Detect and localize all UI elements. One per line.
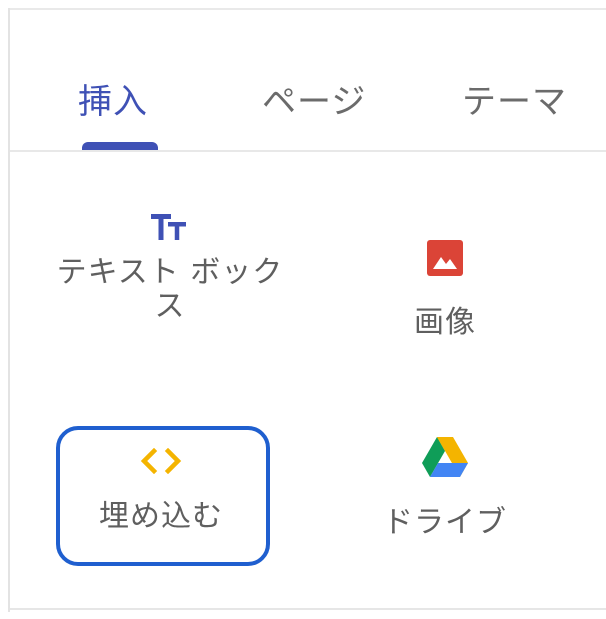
embed-tile[interactable]: 埋め込む — [56, 426, 266, 562]
drive-label: ドライブ — [383, 505, 507, 540]
image-tile[interactable]: 画像 — [375, 240, 515, 340]
embed-label: 埋め込む — [99, 499, 223, 534]
image-icon — [427, 240, 463, 276]
tab-theme[interactable]: テーマ — [462, 74, 567, 123]
text-box-icon — [151, 214, 186, 240]
tab-insert[interactable]: 挿入 — [78, 74, 148, 123]
tab-bar: 挿入 ページ テーマ — [10, 10, 606, 152]
textbox-tile[interactable]: テキスト ボック ス — [20, 212, 320, 324]
bottom-border — [10, 608, 606, 610]
tab-page[interactable]: ページ — [262, 74, 366, 123]
textbox-label-line1: テキスト ボック — [56, 255, 284, 290]
insert-panel: 挿入 ページ テーマ テキスト ボック ス 画像 埋め込む ドライブ — [0, 0, 606, 619]
image-label: 画像 — [414, 305, 476, 340]
tabs-divider — [10, 150, 606, 152]
drive-tile[interactable]: ドライブ — [375, 436, 515, 540]
google-drive-icon — [422, 437, 468, 477]
textbox-label-line2: ス — [154, 289, 186, 324]
embed-code-icon — [140, 448, 182, 474]
